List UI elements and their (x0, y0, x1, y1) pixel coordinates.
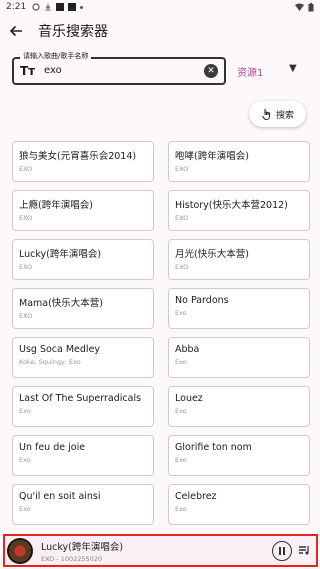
status-bar: 2:21 (0, 0, 320, 14)
dot-icon (80, 5, 84, 9)
result-title: Qu'il en soit ainsi (19, 491, 101, 502)
result-title: Mama(快乐大本营) (19, 298, 104, 309)
result-artist: EXO (19, 263, 33, 271)
wifi-icon (295, 3, 304, 11)
queue-list-icon[interactable] (298, 544, 310, 556)
touch-hand-icon (262, 109, 270, 120)
notification-square-icon-2 (68, 3, 77, 11)
result-artist: Exo (175, 407, 187, 415)
result-card[interactable]: 咆哮(跨年演唱会) EXO (168, 141, 310, 182)
result-card[interactable]: Louez Exo (168, 386, 310, 427)
search-input[interactable]: 请输入歌曲/歌手名称 Tт exo ✕ (12, 51, 226, 85)
result-card[interactable]: Un feu de joie Exo (12, 435, 154, 476)
result-artist: Exo (19, 505, 31, 513)
result-card[interactable]: Lucky(跨年演唱会) EXO (12, 239, 154, 280)
result-title: No Pardons (175, 295, 229, 306)
result-artist: Exo (175, 358, 187, 366)
result-title: Un feu de joie (19, 442, 86, 453)
result-title: History(快乐大本营2012) (175, 200, 288, 211)
search-value: exo (44, 65, 62, 76)
result-card[interactable]: History(快乐大本营2012) EXO (168, 190, 310, 231)
notification-square-icon (56, 3, 65, 11)
result-card[interactable]: Usg Soca Medley Koke, Squingy, Exo (12, 337, 154, 378)
album-cover (7, 537, 33, 564)
source-select[interactable]: 资源1 (237, 64, 263, 79)
text-format-icon: Tт (20, 64, 36, 78)
result-artist: EXO (19, 165, 33, 173)
result-title: Lucky(跨年演唱会) (19, 249, 102, 260)
result-artist: Koke, Squingy, Exo (19, 358, 81, 366)
result-title: 咆哮(跨年演唱会) (175, 151, 249, 162)
result-title: 狼与美女(元宵喜乐会2014) (19, 151, 137, 162)
player-text: Lucky(跨年演唱会) EXO - 1002255020 (41, 539, 123, 563)
result-artist: Exo (19, 407, 31, 415)
result-artist: Exo (175, 505, 187, 513)
status-time: 2:21 (6, 2, 27, 12)
results-grid: 狼与美女(元宵喜乐会2014) EXO 咆哮(跨年演唱会) EXO 上瘾(跨年演唱会) E… (12, 141, 310, 525)
clear-icon[interactable]: ✕ (204, 64, 218, 78)
result-card[interactable]: Celebrez Exo (168, 484, 310, 525)
result-artist: Exo (19, 456, 31, 464)
search-button[interactable]: 搜索 (249, 101, 306, 127)
result-title: Last Of The Superradicals (19, 393, 142, 404)
result-title: Abba (175, 344, 200, 355)
app-bar: 音乐搜索器 (0, 16, 320, 46)
result-artist: EXO (19, 312, 33, 320)
result-card[interactable]: Mama(快乐大本营) EXO (12, 288, 154, 329)
result-artist: EXO (19, 214, 33, 222)
result-card[interactable]: 狼与美女(元宵喜乐会2014) EXO (12, 141, 154, 182)
result-title: Louez (175, 393, 203, 404)
search-button-label: 搜索 (275, 110, 294, 121)
page-title: 音乐搜索器 (38, 24, 108, 40)
result-artist: EXO (175, 263, 189, 271)
result-card[interactable]: Abba Exo (168, 337, 310, 378)
player-title: Lucky(跨年演唱会) (41, 541, 124, 553)
mini-player[interactable]: Lucky(跨年演唱会) EXO - 1002255020 (3, 534, 318, 567)
result-title: Usg Soca Medley (19, 344, 101, 355)
result-artist: EXO (175, 165, 189, 173)
result-title: Celebrez (175, 491, 217, 502)
player-subtitle: EXO - 1002255020 (41, 554, 103, 563)
result-card[interactable]: No Pardons Exo (168, 288, 310, 329)
result-card[interactable]: 月光(快乐大本营) EXO (168, 239, 310, 280)
result-title: Glorifie ton nom (175, 442, 252, 453)
result-card[interactable]: 上瘾(跨年演唱会) EXO (12, 190, 154, 231)
result-title: 月光(快乐大本营) (175, 249, 249, 260)
result-card[interactable]: Qu'il en soit ainsi Exo (12, 484, 154, 525)
settings-gear-icon (32, 3, 40, 11)
result-card[interactable]: Last Of The Superradicals Exo (12, 386, 154, 427)
pause-button[interactable] (272, 541, 292, 561)
search-legend: 请输入歌曲/歌手名称 (20, 51, 92, 61)
result-artist: Exo (175, 309, 187, 317)
status-right (295, 2, 314, 12)
result-artist: EXO (175, 214, 189, 222)
result-card[interactable]: Glorifie ton nom Exo (168, 435, 310, 476)
download-icon (45, 4, 51, 11)
dropdown-arrow-icon[interactable]: ▼ (289, 63, 297, 74)
back-button[interactable] (0, 16, 32, 46)
result-title: 上瘾(跨年演唱会) (19, 200, 93, 211)
battery-icon (308, 2, 314, 11)
arrow-back-icon (9, 25, 22, 37)
result-artist: Exo (175, 456, 187, 464)
